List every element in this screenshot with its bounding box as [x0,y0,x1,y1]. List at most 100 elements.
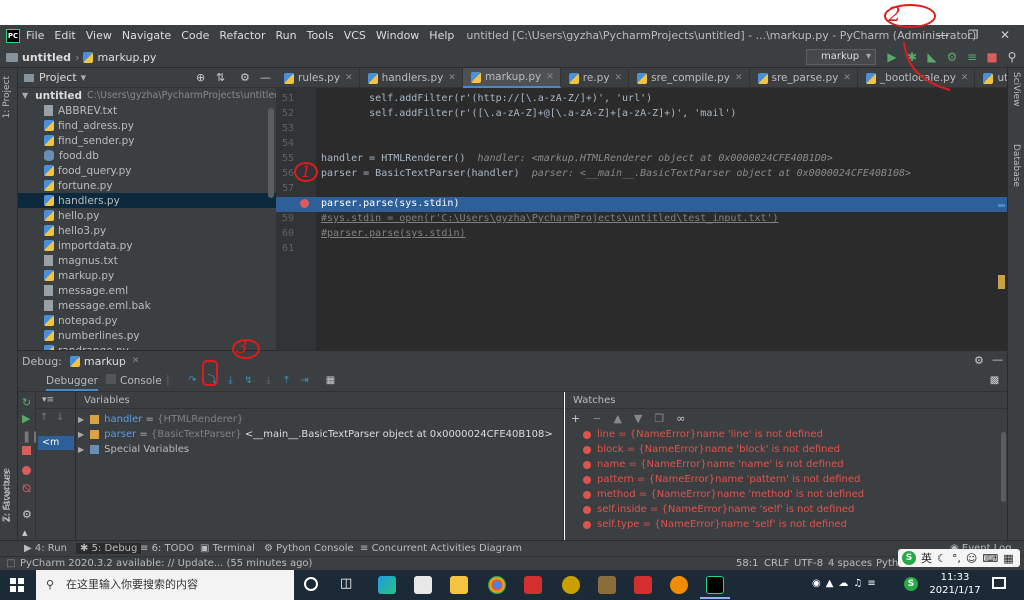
show-watches-icon[interactable]: ∞ [676,412,685,425]
current-line-marker[interactable] [998,204,1005,207]
tree-file-item[interactable]: markup.py [18,268,276,283]
close-tab-icon[interactable]: ✕ [961,73,969,83]
tree-file-item[interactable]: message.eml [18,283,276,298]
pin-icon[interactable]: ▴ [22,526,28,539]
menu-item-view[interactable]: View [86,29,112,42]
watch-row[interactable]: name = {NameError}name 'name' is not def… [583,457,1007,472]
debug-tool-button[interactable]: ✱ 5: Debug [76,543,142,554]
moon-icon[interactable]: ☾ [937,552,947,565]
hide-panel-icon[interactable]: — [260,71,271,84]
run-icon[interactable]: ▶ [884,49,900,65]
close-icon[interactable]: ✕ [132,356,140,366]
terminal-tool-button[interactable]: ▣ Terminal [200,543,255,554]
locate-icon[interactable]: ⊕ [196,71,205,84]
smile-icon[interactable]: ☺ [966,552,977,565]
restore-icon[interactable]: ❐ [958,25,988,46]
watch-row[interactable]: self.type = {NameError}name 'self' is no… [583,517,1007,532]
pdf-icon[interactable] [634,576,652,594]
menu-item-window[interactable]: Window [376,29,419,42]
breadcrumb-project[interactable]: untitled [22,51,71,64]
resume-icon[interactable]: ▶ [22,412,30,425]
debug-session-tab[interactable]: markup [84,355,126,368]
ime-language[interactable]: 英 [921,550,932,566]
variable-row[interactable]: ▶ parser = {BasicTextParser} <__main__.Ba… [76,427,563,442]
watch-row[interactable]: pattern = {NameError}name 'pattern' is n… [583,472,1007,487]
notification-icon[interactable] [992,577,1006,589]
tree-file-item[interactable]: magnus.txt [18,253,276,268]
taskbar-search[interactable]: ⚲ 在这里输入你要搜索的内容 [36,570,294,600]
menu-item-refactor[interactable]: Refactor [219,29,265,42]
edge-icon[interactable] [378,576,396,594]
file-encoding[interactable]: UTF-8 [794,558,823,569]
tree-file-item[interactable]: hello.py [18,208,276,223]
frame-item[interactable]: <m [38,436,74,450]
stop-icon[interactable]: ■ [984,49,1000,65]
project-scrollbar[interactable] [268,108,274,198]
variable-row[interactable]: ▶ handler = {HTMLRenderer} [76,412,563,427]
project-tool-tab[interactable]: 1: Project [2,76,12,118]
close-tab-icon[interactable]: ✕ [843,73,851,83]
code-editor[interactable]: 5152535455565758596061 self.addFilter(r'… [276,88,1007,350]
view-breakpoints-icon[interactable] [22,466,31,475]
sogou-tray-icon[interactable]: S [904,577,918,591]
tree-file-item[interactable]: ABBREV.txt [18,103,276,118]
tree-file-item[interactable]: find_adress.py [18,118,276,133]
run-to-cursor-icon[interactable]: ⇥ [298,375,311,387]
stop-icon[interactable] [22,446,31,455]
close-tab-icon[interactable]: ✕ [735,73,743,83]
grid-icon[interactable]: ▦ [1003,552,1013,565]
tray-icons[interactable]: ◉▲☁♫≡ [812,578,881,589]
rerun-icon[interactable]: ↻ [22,396,31,409]
clock-time[interactable]: 11:33 [930,572,980,583]
watch-row[interactable]: method = {NameError}name 'method' is not… [583,487,1007,502]
variable-row[interactable]: ▶ Special Variables [76,442,563,457]
menu-item-code[interactable]: Code [181,29,209,42]
settings-icon[interactable]: ⚙ [22,508,32,521]
menu-item-file[interactable]: File [26,29,44,42]
punctuation-icon[interactable]: °, [952,552,961,565]
mute-breakpoints-icon[interactable]: ⦰ [22,482,31,496]
menu-item-run[interactable]: Run [276,29,297,42]
menu-item-vcs[interactable]: VCS [344,29,366,42]
evaluate-expression-icon[interactable]: ▦ [324,375,337,387]
database-tool-tab[interactable]: Database [1011,144,1021,187]
file-explorer-icon[interactable] [450,576,468,594]
gear-icon[interactable]: ⚙ [240,71,250,84]
close-tab-icon[interactable]: ✕ [615,73,623,83]
keyboard-icon[interactable]: ⌨ [982,552,998,565]
editor-tab[interactable]: re.py ✕ [561,68,630,88]
collapse-icon[interactable]: ⇅ [216,71,225,84]
windows-start-icon[interactable] [10,578,24,592]
watches-scrollbar[interactable] [1001,432,1006,502]
pycharm-taskbar-icon[interactable] [706,576,724,594]
books-icon[interactable] [598,576,616,594]
tab-console[interactable]: Console [120,375,162,387]
clock-date[interactable]: 2021/1/17 [928,585,982,596]
hide-panel-icon[interactable]: — [992,353,1003,366]
caret-position[interactable]: 58:1 [736,558,758,569]
close-window-icon[interactable]: ✕ [990,25,1020,46]
status-message[interactable]: PyCharm 2020.3.2 available: // Update...… [20,558,312,569]
concurrent-tool-button[interactable]: ≡ Concurrent Activities Diagram [360,543,522,554]
cortana-icon[interactable] [304,577,318,591]
layout-icon[interactable]: ▩ [988,375,1001,387]
chrome-icon[interactable] [488,576,506,594]
app-red-icon[interactable] [524,576,542,594]
menu-item-tools[interactable]: Tools [307,29,334,42]
tree-file-item[interactable]: notepad.py [18,313,276,328]
tree-file-item[interactable]: find_sender.py [18,133,276,148]
close-tab-icon[interactable]: ✕ [546,72,554,82]
expand-arrow-icon[interactable]: ▶ [78,445,84,454]
tree-file-item[interactable]: food.db [18,148,276,163]
step-into-my-code-icon[interactable]: ↯ [242,375,255,387]
watch-row[interactable]: block = {NameError}name 'block' is not d… [583,442,1007,457]
tree-file-item[interactable]: message.eml.bak [18,298,276,313]
search-icon[interactable]: ⚲ [1004,49,1020,65]
breakpoint-icon[interactable] [300,199,309,208]
tree-file-item[interactable]: food_query.py [18,163,276,178]
project-panel-title[interactable]: Project [39,71,77,84]
editor-tab[interactable]: rules.py ✕ [276,68,360,88]
add-watch-icon[interactable]: + [571,412,580,425]
store-icon[interactable] [414,576,432,594]
menu-item-help[interactable]: Help [429,29,454,42]
